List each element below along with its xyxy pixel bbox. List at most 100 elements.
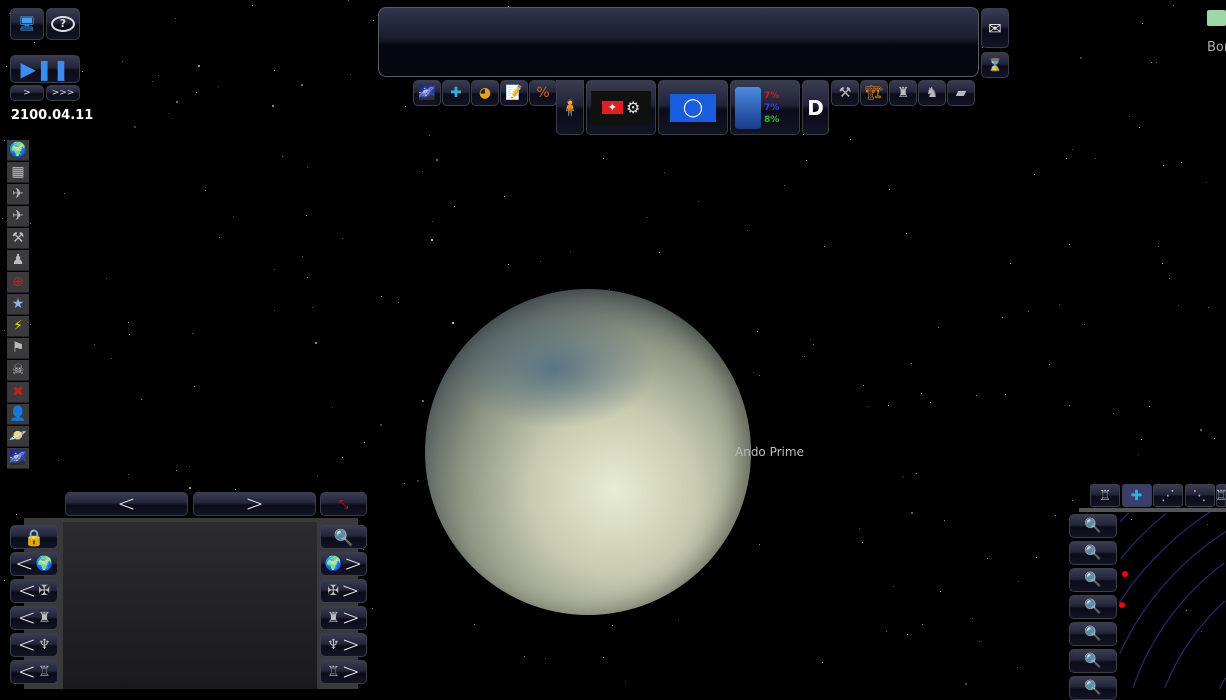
planet-marker[interactable] <box>1122 571 1128 577</box>
lock-button[interactable]: 🔒 <box>10 525 58 549</box>
lock-icon: 🔒 <box>24 527 44 547</box>
left-toolbar-button[interactable]: ✈ <box>7 184 29 205</box>
cycle-previous-button[interactable]: < ♆ <box>10 633 58 658</box>
zoom-in-icon: 🔍 <box>1084 545 1102 561</box>
star <box>417 479 420 482</box>
left-toolbar-button[interactable]: ♟ <box>7 250 29 271</box>
pilot-button[interactable]: 🧍 <box>556 80 584 135</box>
design-button[interactable]: D <box>802 80 829 135</box>
top-toolbar-button[interactable]: ◕ <box>471 80 499 106</box>
production-button[interactable]: 🏗 <box>860 80 888 106</box>
top-toolbar-button[interactable]: % <box>529 80 557 106</box>
production-button[interactable]: ⚒ <box>831 80 859 106</box>
trooper-icon: ♜ <box>896 85 910 101</box>
map-filter-tab[interactable]: ⋰ <box>1153 484 1183 507</box>
cycle-previous-button[interactable]: < ♜ <box>10 606 58 631</box>
help-button[interactable]: ? <box>46 8 80 40</box>
star <box>128 333 130 335</box>
fleet-icon: ✚ <box>450 85 462 101</box>
left-toolbar-button[interactable]: ⚡ <box>7 316 29 337</box>
left-toolbar-button[interactable]: ▦ <box>7 162 29 183</box>
map-zoom-button[interactable]: 🔍 <box>1069 568 1117 592</box>
map-zoom-button[interactable]: 🔍 <box>1069 514 1117 538</box>
collapse-button[interactable]: ⤡ <box>320 492 367 516</box>
star <box>2 217 4 219</box>
play-pause-button[interactable]: ▶❚❚ <box>10 55 80 83</box>
top-toolbar-button[interactable]: ✚ <box>442 80 470 106</box>
left-toolbar-button[interactable]: 🌍 <box>7 140 29 161</box>
next-button[interactable]: > <box>193 492 316 517</box>
star <box>189 487 192 490</box>
left-toolbar-button[interactable]: ⚑ <box>7 338 29 359</box>
left-toolbar-button[interactable]: 👤 <box>7 404 29 425</box>
route-station-icon: ⋱ <box>1192 487 1207 504</box>
faction-flag-button[interactable]: ◯ <box>658 80 728 135</box>
cycle-previous-button[interactable]: < 🌍 <box>10 552 58 577</box>
top-toolbar-button[interactable]: 📝 <box>500 80 528 106</box>
left-toolbar-button[interactable]: ⚒ <box>7 228 29 249</box>
map-filter-tab[interactable]: ✚ <box>1121 484 1152 507</box>
left-toolbar-button[interactable]: ✈ <box>7 206 29 227</box>
map-zoom-button[interactable]: 🔍 <box>1069 541 1117 565</box>
galaxy-icon: 🌌 <box>418 85 436 101</box>
map-zoom-button[interactable]: 🔍 <box>1069 622 1117 646</box>
top-toolbar-button[interactable]: 🌌 <box>413 80 441 106</box>
star <box>380 296 382 298</box>
cycle-next-button[interactable]: ✠ > <box>320 579 367 604</box>
left-toolbar-button[interactable]: ☠ <box>7 360 29 381</box>
star <box>372 20 374 22</box>
map-zoom-button[interactable]: 🔍 <box>1069 649 1117 673</box>
left-toolbar-button[interactable]: 🪐 <box>7 426 29 447</box>
left-toolbar-button[interactable]: ⊕ <box>7 272 29 293</box>
previous-button[interactable]: < <box>65 492 188 517</box>
planet-marker[interactable] <box>1119 602 1125 608</box>
compass-design-icon: D <box>807 95 824 120</box>
star <box>1139 127 1141 129</box>
cycle-next-button[interactable]: ♖ > <box>320 660 367 685</box>
play-pause-icon: ▶❚❚ <box>20 57 70 81</box>
map-zoom-button[interactable]: 🔍 <box>1069 676 1117 700</box>
production-button[interactable]: ♜ <box>889 80 917 106</box>
faction-relations-button[interactable]: ✦ ⚙ <box>586 80 656 135</box>
star <box>1069 244 1071 246</box>
help-icon: ? <box>51 16 75 32</box>
map-filter-tab[interactable]: ⋱ <box>1184 484 1215 507</box>
cycle-next-button[interactable]: ♆ > <box>320 633 367 658</box>
star <box>174 18 176 20</box>
star <box>364 442 366 444</box>
production-button[interactable]: ♞ <box>918 80 946 106</box>
cycle-next-button[interactable]: 🌍 > <box>320 552 367 577</box>
star <box>1027 310 1029 312</box>
star <box>33 41 35 43</box>
star <box>906 633 908 635</box>
leader-button[interactable]: 7% 7% 8% <box>730 80 800 135</box>
tank-icon: ▰ <box>955 85 967 101</box>
speed-normal-button[interactable]: > <box>10 85 44 101</box>
hammer-icon: ⚒ <box>838 85 852 101</box>
left-toolbar-button[interactable]: ✖ <box>7 382 29 403</box>
star <box>191 332 193 334</box>
map-filter-tab[interactable]: ♖ <box>1216 484 1226 507</box>
cycle-previous-button[interactable]: < ✠ <box>10 579 58 604</box>
star <box>196 92 198 94</box>
map-zoom-button[interactable]: 🔍 <box>1069 595 1117 619</box>
map-filter-tab[interactable]: ♖ <box>1090 484 1120 507</box>
system-map[interactable] <box>1119 512 1226 689</box>
computer-button[interactable]: 🖥 <box>10 8 44 40</box>
history-button[interactable]: ⌛ <box>981 52 1009 78</box>
cycle-next-button[interactable]: ♜ > <box>320 606 367 631</box>
star <box>937 327 939 329</box>
speed-fast-button[interactable]: >>> <box>46 85 80 101</box>
zoom-to-button[interactable]: 🔍 <box>320 525 367 549</box>
left-toolbar-button[interactable]: ★ <box>7 294 29 315</box>
production-button[interactable]: ▰ <box>947 80 975 106</box>
planet-ando-prime[interactable] <box>425 289 751 615</box>
star <box>888 188 890 190</box>
planet-label[interactable]: Ando Prime <box>735 445 804 459</box>
left-toolbar-button[interactable]: 🌌 <box>7 448 29 469</box>
messages-button[interactable]: ✉ <box>981 8 1009 48</box>
star <box>362 549 364 551</box>
star <box>868 405 870 407</box>
cycle-previous-button[interactable]: < ♖ <box>10 660 58 685</box>
star <box>3 330 5 332</box>
